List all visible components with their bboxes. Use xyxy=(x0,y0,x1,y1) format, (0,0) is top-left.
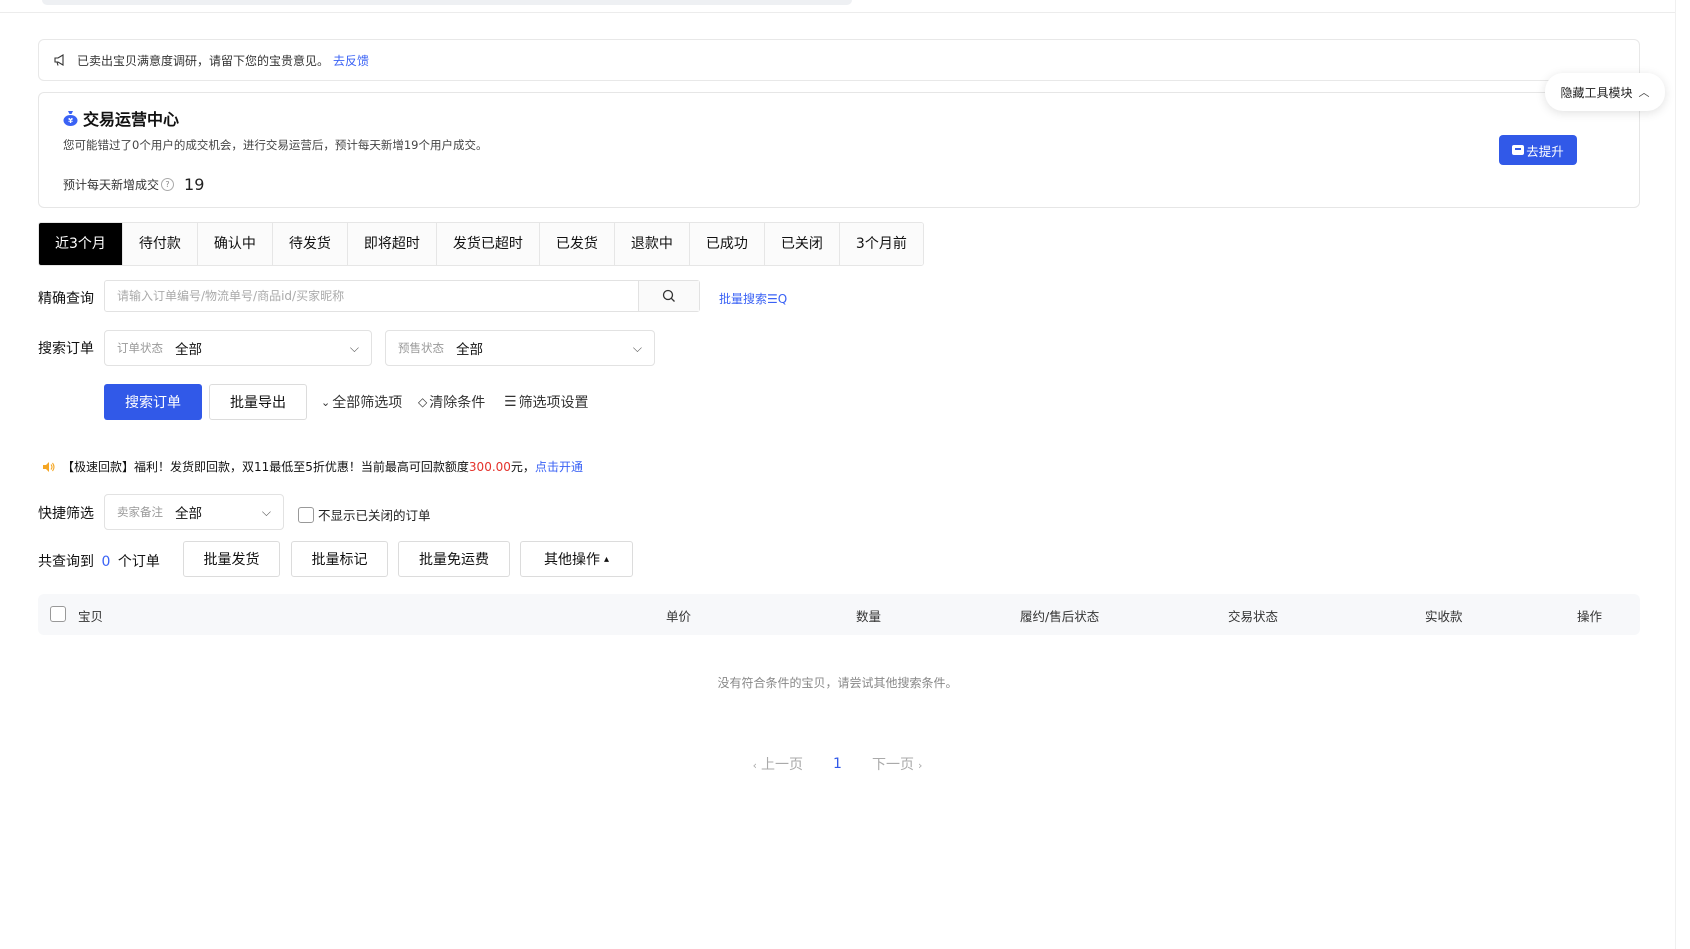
tab-1[interactable]: 待付款 xyxy=(122,223,198,265)
chat-icon xyxy=(1512,145,1525,155)
activate-link[interactable]: 点击开通 xyxy=(535,458,583,475)
tab-0[interactable]: 近3个月 xyxy=(39,223,123,265)
chevron-left-icon: ‹ xyxy=(752,759,758,772)
survey-notice-text: 已卖出宝贝满意度调研，请留下您的宝贵意见。 xyxy=(77,53,330,68)
col-quantity: 数量 xyxy=(856,609,882,624)
result-count: 共查询到 0 个订单 xyxy=(38,554,160,570)
tab-5[interactable]: 发货已超时 xyxy=(436,223,540,265)
survey-notice: 已卖出宝贝满意度调研，请留下您的宝贵意见。 去反馈 xyxy=(38,39,1640,81)
clear-conditions-button[interactable]: ◇ 清除条件 xyxy=(418,392,485,412)
batch-mark-button[interactable]: 批量标记 xyxy=(291,541,388,577)
quick-filter-label: 快捷筛选 xyxy=(38,506,94,522)
fast-payback-promo: 【极速回款】福利！发货即回款，双11最低至5折优惠！当前最高可回款额度 300.0… xyxy=(42,458,583,475)
tab-4[interactable]: 即将超时 xyxy=(347,223,437,265)
col-price: 单价 xyxy=(666,609,692,624)
chevron-up-icon: ▴ xyxy=(603,553,610,565)
presale-status-select[interactable]: 预售状态 全部 ⌵ xyxy=(385,330,655,366)
eraser-icon: ◇ xyxy=(418,395,428,409)
result-count-value: 0 xyxy=(101,554,111,570)
estimate-value: 19 xyxy=(184,175,205,194)
chevron-down-icon: ⌵ xyxy=(349,340,359,355)
col-trade-status: 交易状态 xyxy=(1228,609,1279,624)
list-icon: ☰ xyxy=(504,394,517,410)
estimate-label: 预计每天新增成交 xyxy=(63,178,160,192)
order-status-select[interactable]: 订单状态 全部 ⌵ xyxy=(104,330,372,366)
improve-button[interactable]: 去提升 xyxy=(1499,135,1577,165)
pagination: ‹ 上一页 1 下一页 › xyxy=(0,754,1675,774)
chevron-down-icon: ⌵ xyxy=(632,340,642,355)
all-filters-toggle[interactable]: ⌄ 全部筛选项 xyxy=(321,392,402,412)
tab-2[interactable]: 确认中 xyxy=(197,223,273,265)
megaphone-icon xyxy=(54,54,64,66)
prev-page-button[interactable]: ‹ 上一页 xyxy=(753,754,803,774)
order-table-header: 宝贝 单价 数量 履约/售后状态 交易状态 实收款 操作 xyxy=(38,594,1640,635)
select-all-checkbox[interactable] xyxy=(50,606,66,622)
batch-free-shipping-button[interactable]: 批量免运费 xyxy=(398,541,510,577)
batch-export-button[interactable]: 批量导出 xyxy=(209,384,307,420)
other-operations-button[interactable]: 其他操作 ▴ xyxy=(520,541,633,577)
exact-query-label: 精确查询 xyxy=(38,291,94,307)
scrollbar-track[interactable] xyxy=(1675,0,1690,949)
seller-note-select[interactable]: 卖家备注 全部 ⌵ xyxy=(104,494,284,530)
tab-6[interactable]: 已发货 xyxy=(539,223,615,265)
page-current[interactable]: 1 xyxy=(833,756,842,772)
help-icon[interactable]: ? xyxy=(161,178,175,191)
chevron-right-icon: › xyxy=(917,759,923,772)
estimate-row: 预计每天新增成交 ? 19 xyxy=(63,175,204,194)
empty-message: 没有符合条件的宝贝，请尝试其他搜索条件。 xyxy=(717,676,958,690)
payback-amount: 300.00 xyxy=(468,459,511,474)
col-operation: 操作 xyxy=(1577,609,1603,624)
search-orders-button[interactable]: 搜索订单 xyxy=(104,384,202,420)
search-orders-label: 搜索订单 xyxy=(38,341,94,357)
tab-8[interactable]: 已成功 xyxy=(689,223,765,265)
trade-center-title: ¥ 交易运营中心 xyxy=(63,106,179,130)
tab-10[interactable]: 3个月前 xyxy=(839,223,923,265)
trade-center-description: 您可能错过了0个用户的成交机会，进行交易运营后，预计每天新增19个用户成交。 xyxy=(63,138,488,152)
chevron-up-icon: ︿ xyxy=(1638,86,1650,99)
speaker-icon xyxy=(43,461,55,472)
next-page-button[interactable]: 下一页 › xyxy=(872,754,922,774)
trade-center-card: ¥ 交易运营中心 您可能错过了0个用户的成交机会，进行交易运营后，预计每天新增1… xyxy=(38,92,1640,208)
hide-closed-option[interactable]: 不显示已关闭的订单 xyxy=(298,505,431,524)
hide-tool-module-button[interactable]: 隐藏工具模块 ︿ xyxy=(1545,73,1665,111)
col-fulfillment: 履约/售后状态 xyxy=(1020,609,1100,624)
order-status-tabs: 近3个月 待付款 确认中 待发货 即将超时 发货已超时 已发货 退款中 已成功 已关闭 3个月前 xyxy=(38,222,924,266)
exact-query-input[interactable] xyxy=(105,281,638,311)
search-icon xyxy=(662,289,675,302)
hide-closed-checkbox[interactable] xyxy=(298,506,314,523)
svg-text:¥: ¥ xyxy=(68,117,73,125)
tab-3[interactable]: 待发货 xyxy=(272,223,348,265)
chevron-down-icon: ⌵ xyxy=(261,504,271,519)
feedback-link[interactable]: 去反馈 xyxy=(333,52,369,69)
money-bag-icon: ¥ xyxy=(63,111,78,126)
batch-search-link[interactable]: 批量搜索☰Q xyxy=(719,290,787,307)
tab-9[interactable]: 已关闭 xyxy=(764,223,840,265)
exact-query-box xyxy=(104,280,700,312)
search-button[interactable] xyxy=(638,281,699,311)
filter-settings-button[interactable]: ☰ 筛选项设置 xyxy=(504,392,589,412)
list-search-icon: ☰Q xyxy=(767,292,788,306)
batch-ship-button[interactable]: 批量发货 xyxy=(183,541,280,577)
col-received: 实收款 xyxy=(1425,609,1463,624)
top-search-bar-edge xyxy=(42,0,852,5)
chevron-down-icon: ⌄ xyxy=(321,395,331,409)
col-item: 宝贝 xyxy=(78,609,104,624)
tab-7[interactable]: 退款中 xyxy=(614,223,690,265)
